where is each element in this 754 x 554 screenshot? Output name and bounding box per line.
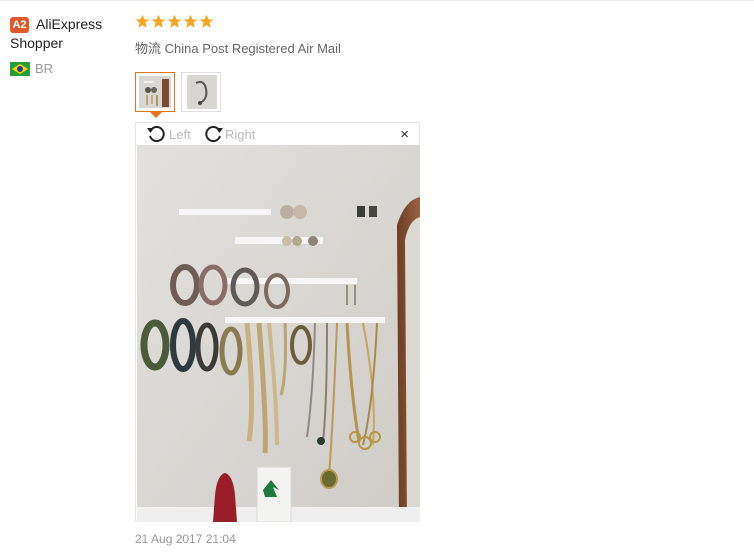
review-photo — [137, 145, 420, 522]
star-icon — [167, 14, 182, 28]
rotate-right-label: Right — [225, 126, 256, 142]
brazil-flag-icon — [10, 62, 30, 76]
rotate-right-icon — [205, 126, 223, 143]
rotate-left-icon — [147, 126, 165, 143]
review-thumbnail-2[interactable] — [181, 72, 221, 112]
star-icon — [199, 14, 214, 28]
close-viewer-button[interactable]: × — [400, 126, 409, 143]
active-thumbnail-pointer — [150, 112, 162, 118]
review-date: 21 Aug 2017 21:04 — [135, 532, 236, 546]
review-thumbnail-1[interactable] — [135, 72, 175, 112]
photo-viewer: Left Right × — [135, 122, 420, 522]
rotate-left-label: Left — [169, 126, 191, 142]
top-divider — [0, 0, 754, 1]
close-icon: × — [400, 126, 409, 143]
viewer-toolbar: Left Right × — [136, 123, 419, 145]
rotate-right-button[interactable]: Right — [202, 124, 255, 144]
reviewer-country: BR — [35, 61, 54, 76]
star-icon — [135, 14, 150, 28]
jewelry-organizer-photo — [137, 145, 420, 522]
star-icon — [151, 14, 166, 28]
thumbnail-image-1 — [139, 76, 171, 108]
reviewer-name: AliExpress Shopper — [10, 16, 103, 51]
thumbnail-image-2 — [187, 75, 217, 109]
shipping-method: 物流 China Post Registered Air Mail — [135, 41, 341, 56]
rotate-left-button[interactable]: Left — [146, 124, 191, 144]
star-icon — [183, 14, 198, 28]
rating-stars — [135, 14, 214, 29]
